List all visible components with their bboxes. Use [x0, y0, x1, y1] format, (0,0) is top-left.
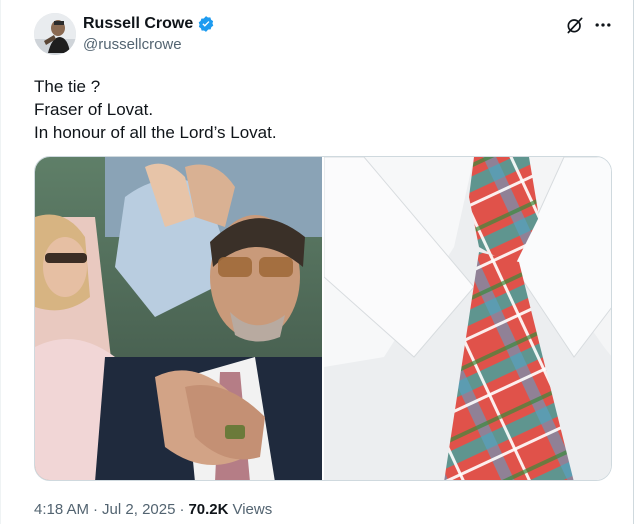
tweet-time[interactable]: 4:18 AM [34, 500, 89, 520]
media-grid [34, 156, 612, 481]
tweet-card: Russell Crowe @russellcrowe The tie ? Fr… [0, 0, 634, 524]
tweet-meta: 4:18 AM · Jul 2, 2025 · 70.2K Views [34, 500, 272, 520]
author-name-row[interactable]: Russell Crowe [83, 14, 215, 34]
tweet-text-line: Fraser of Lovat. [34, 100, 154, 119]
views-label: Views [232, 501, 273, 518]
author-handle[interactable]: @russellcrowe [83, 36, 182, 54]
tweet-text: The tie ? Fraser of Lovat. In honour of … [34, 75, 277, 144]
meta-separator: · [179, 501, 185, 518]
display-name[interactable]: Russell Crowe [83, 14, 193, 34]
meta-separator: · [93, 501, 99, 518]
verified-badge-icon [197, 15, 215, 33]
avatar[interactable] [34, 13, 76, 55]
grok-icon[interactable] [565, 15, 585, 35]
tweet-date[interactable]: Jul 2, 2025 [102, 500, 175, 520]
photo-tartan-tie[interactable] [324, 157, 611, 480]
more-icon[interactable] [593, 15, 613, 35]
photo-man-clapping[interactable] [35, 157, 322, 480]
views-count[interactable]: 70.2K [188, 500, 228, 520]
tweet-text-line: In honour of all the Lord’s Lovat. [34, 123, 277, 142]
tweet-text-line: The tie ? [34, 77, 101, 96]
